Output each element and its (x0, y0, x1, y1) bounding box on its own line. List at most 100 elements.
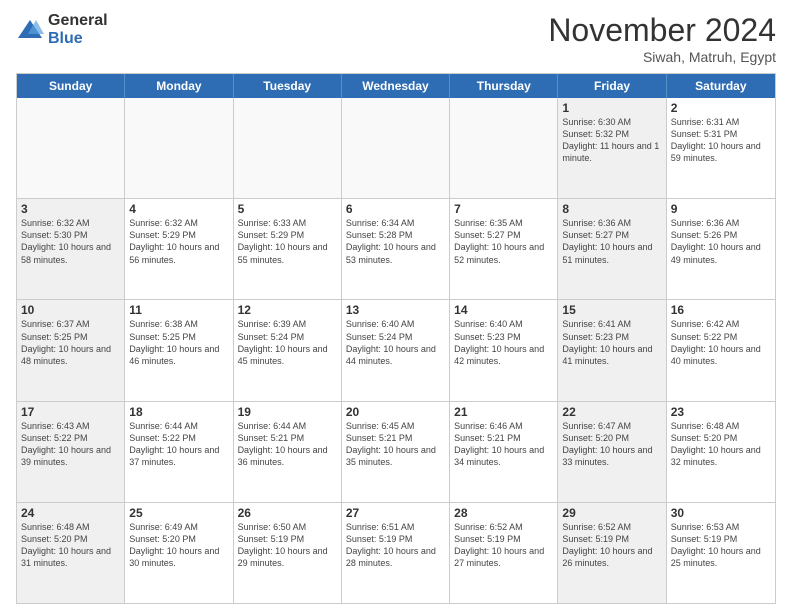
day-info-6: Sunrise: 6:34 AM Sunset: 5:28 PM Dayligh… (346, 217, 445, 266)
day-number-12: 12 (238, 303, 337, 317)
cal-cell-1-5: 8Sunrise: 6:36 AM Sunset: 5:27 PM Daylig… (558, 199, 666, 299)
cal-cell-1-2: 5Sunrise: 6:33 AM Sunset: 5:29 PM Daylig… (234, 199, 342, 299)
day-info-18: Sunrise: 6:44 AM Sunset: 5:22 PM Dayligh… (129, 420, 228, 469)
day-info-14: Sunrise: 6:40 AM Sunset: 5:23 PM Dayligh… (454, 318, 553, 367)
day-number-23: 23 (671, 405, 771, 419)
header-wednesday: Wednesday (342, 74, 450, 98)
week-row-4: 24Sunrise: 6:48 AM Sunset: 5:20 PM Dayli… (17, 502, 775, 603)
day-info-29: Sunrise: 6:52 AM Sunset: 5:19 PM Dayligh… (562, 521, 661, 570)
logo-blue: Blue (48, 30, 108, 48)
day-number-5: 5 (238, 202, 337, 216)
day-info-2: Sunrise: 6:31 AM Sunset: 5:31 PM Dayligh… (671, 116, 771, 165)
header-saturday: Saturday (667, 74, 775, 98)
cal-cell-2-1: 11Sunrise: 6:38 AM Sunset: 5:25 PM Dayli… (125, 300, 233, 400)
day-info-22: Sunrise: 6:47 AM Sunset: 5:20 PM Dayligh… (562, 420, 661, 469)
location-subtitle: Siwah, Matruh, Egypt (548, 49, 776, 65)
cal-cell-0-3 (342, 98, 450, 198)
day-number-1: 1 (562, 101, 661, 115)
logo-text: General Blue (48, 12, 108, 47)
day-number-15: 15 (562, 303, 661, 317)
day-info-12: Sunrise: 6:39 AM Sunset: 5:24 PM Dayligh… (238, 318, 337, 367)
cal-cell-2-6: 16Sunrise: 6:42 AM Sunset: 5:22 PM Dayli… (667, 300, 775, 400)
cal-cell-0-6: 2Sunrise: 6:31 AM Sunset: 5:31 PM Daylig… (667, 98, 775, 198)
cal-cell-2-4: 14Sunrise: 6:40 AM Sunset: 5:23 PM Dayli… (450, 300, 558, 400)
day-info-3: Sunrise: 6:32 AM Sunset: 5:30 PM Dayligh… (21, 217, 120, 266)
day-info-30: Sunrise: 6:53 AM Sunset: 5:19 PM Dayligh… (671, 521, 771, 570)
day-number-2: 2 (671, 101, 771, 115)
cal-cell-4-2: 26Sunrise: 6:50 AM Sunset: 5:19 PM Dayli… (234, 503, 342, 603)
day-number-6: 6 (346, 202, 445, 216)
day-number-30: 30 (671, 506, 771, 520)
header-monday: Monday (125, 74, 233, 98)
day-number-28: 28 (454, 506, 553, 520)
cal-cell-1-0: 3Sunrise: 6:32 AM Sunset: 5:30 PM Daylig… (17, 199, 125, 299)
day-info-13: Sunrise: 6:40 AM Sunset: 5:24 PM Dayligh… (346, 318, 445, 367)
day-info-23: Sunrise: 6:48 AM Sunset: 5:20 PM Dayligh… (671, 420, 771, 469)
day-number-18: 18 (129, 405, 228, 419)
day-info-10: Sunrise: 6:37 AM Sunset: 5:25 PM Dayligh… (21, 318, 120, 367)
day-number-17: 17 (21, 405, 120, 419)
week-row-2: 10Sunrise: 6:37 AM Sunset: 5:25 PM Dayli… (17, 299, 775, 400)
day-number-11: 11 (129, 303, 228, 317)
cal-cell-1-1: 4Sunrise: 6:32 AM Sunset: 5:29 PM Daylig… (125, 199, 233, 299)
logo-icon (16, 16, 44, 44)
cal-cell-2-2: 12Sunrise: 6:39 AM Sunset: 5:24 PM Dayli… (234, 300, 342, 400)
cal-cell-4-6: 30Sunrise: 6:53 AM Sunset: 5:19 PM Dayli… (667, 503, 775, 603)
day-number-21: 21 (454, 405, 553, 419)
day-info-21: Sunrise: 6:46 AM Sunset: 5:21 PM Dayligh… (454, 420, 553, 469)
cal-cell-1-6: 9Sunrise: 6:36 AM Sunset: 5:26 PM Daylig… (667, 199, 775, 299)
day-number-10: 10 (21, 303, 120, 317)
day-info-17: Sunrise: 6:43 AM Sunset: 5:22 PM Dayligh… (21, 420, 120, 469)
cal-cell-3-1: 18Sunrise: 6:44 AM Sunset: 5:22 PM Dayli… (125, 402, 233, 502)
day-number-27: 27 (346, 506, 445, 520)
day-number-3: 3 (21, 202, 120, 216)
day-info-26: Sunrise: 6:50 AM Sunset: 5:19 PM Dayligh… (238, 521, 337, 570)
day-number-14: 14 (454, 303, 553, 317)
week-row-1: 3Sunrise: 6:32 AM Sunset: 5:30 PM Daylig… (17, 198, 775, 299)
header-sunday: Sunday (17, 74, 125, 98)
header: General Blue November 2024 Siwah, Matruh… (16, 12, 776, 65)
calendar-body: 1Sunrise: 6:30 AM Sunset: 5:32 PM Daylig… (17, 98, 775, 603)
cal-cell-0-4 (450, 98, 558, 198)
day-number-29: 29 (562, 506, 661, 520)
cal-cell-4-4: 28Sunrise: 6:52 AM Sunset: 5:19 PM Dayli… (450, 503, 558, 603)
day-info-15: Sunrise: 6:41 AM Sunset: 5:23 PM Dayligh… (562, 318, 661, 367)
day-number-7: 7 (454, 202, 553, 216)
day-number-4: 4 (129, 202, 228, 216)
cal-cell-4-1: 25Sunrise: 6:49 AM Sunset: 5:20 PM Dayli… (125, 503, 233, 603)
day-info-19: Sunrise: 6:44 AM Sunset: 5:21 PM Dayligh… (238, 420, 337, 469)
week-row-0: 1Sunrise: 6:30 AM Sunset: 5:32 PM Daylig… (17, 98, 775, 198)
header-tuesday: Tuesday (234, 74, 342, 98)
cal-cell-2-5: 15Sunrise: 6:41 AM Sunset: 5:23 PM Dayli… (558, 300, 666, 400)
day-info-24: Sunrise: 6:48 AM Sunset: 5:20 PM Dayligh… (21, 521, 120, 570)
calendar-header: Sunday Monday Tuesday Wednesday Thursday… (17, 74, 775, 98)
title-area: November 2024 Siwah, Matruh, Egypt (548, 12, 776, 65)
logo-general: General (48, 12, 108, 30)
day-info-28: Sunrise: 6:52 AM Sunset: 5:19 PM Dayligh… (454, 521, 553, 570)
week-row-3: 17Sunrise: 6:43 AM Sunset: 5:22 PM Dayli… (17, 401, 775, 502)
day-info-7: Sunrise: 6:35 AM Sunset: 5:27 PM Dayligh… (454, 217, 553, 266)
header-thursday: Thursday (450, 74, 558, 98)
cal-cell-2-3: 13Sunrise: 6:40 AM Sunset: 5:24 PM Dayli… (342, 300, 450, 400)
day-info-20: Sunrise: 6:45 AM Sunset: 5:21 PM Dayligh… (346, 420, 445, 469)
day-info-25: Sunrise: 6:49 AM Sunset: 5:20 PM Dayligh… (129, 521, 228, 570)
day-info-5: Sunrise: 6:33 AM Sunset: 5:29 PM Dayligh… (238, 217, 337, 266)
cal-cell-0-0 (17, 98, 125, 198)
page: General Blue November 2024 Siwah, Matruh… (0, 0, 792, 612)
day-number-22: 22 (562, 405, 661, 419)
cal-cell-2-0: 10Sunrise: 6:37 AM Sunset: 5:25 PM Dayli… (17, 300, 125, 400)
day-info-11: Sunrise: 6:38 AM Sunset: 5:25 PM Dayligh… (129, 318, 228, 367)
day-info-9: Sunrise: 6:36 AM Sunset: 5:26 PM Dayligh… (671, 217, 771, 266)
day-info-4: Sunrise: 6:32 AM Sunset: 5:29 PM Dayligh… (129, 217, 228, 266)
cal-cell-3-0: 17Sunrise: 6:43 AM Sunset: 5:22 PM Dayli… (17, 402, 125, 502)
cal-cell-1-4: 7Sunrise: 6:35 AM Sunset: 5:27 PM Daylig… (450, 199, 558, 299)
cal-cell-0-1 (125, 98, 233, 198)
day-number-25: 25 (129, 506, 228, 520)
cal-cell-0-5: 1Sunrise: 6:30 AM Sunset: 5:32 PM Daylig… (558, 98, 666, 198)
cal-cell-4-0: 24Sunrise: 6:48 AM Sunset: 5:20 PM Dayli… (17, 503, 125, 603)
cal-cell-3-4: 21Sunrise: 6:46 AM Sunset: 5:21 PM Dayli… (450, 402, 558, 502)
cal-cell-4-3: 27Sunrise: 6:51 AM Sunset: 5:19 PM Dayli… (342, 503, 450, 603)
day-number-20: 20 (346, 405, 445, 419)
cal-cell-1-3: 6Sunrise: 6:34 AM Sunset: 5:28 PM Daylig… (342, 199, 450, 299)
cal-cell-4-5: 29Sunrise: 6:52 AM Sunset: 5:19 PM Dayli… (558, 503, 666, 603)
